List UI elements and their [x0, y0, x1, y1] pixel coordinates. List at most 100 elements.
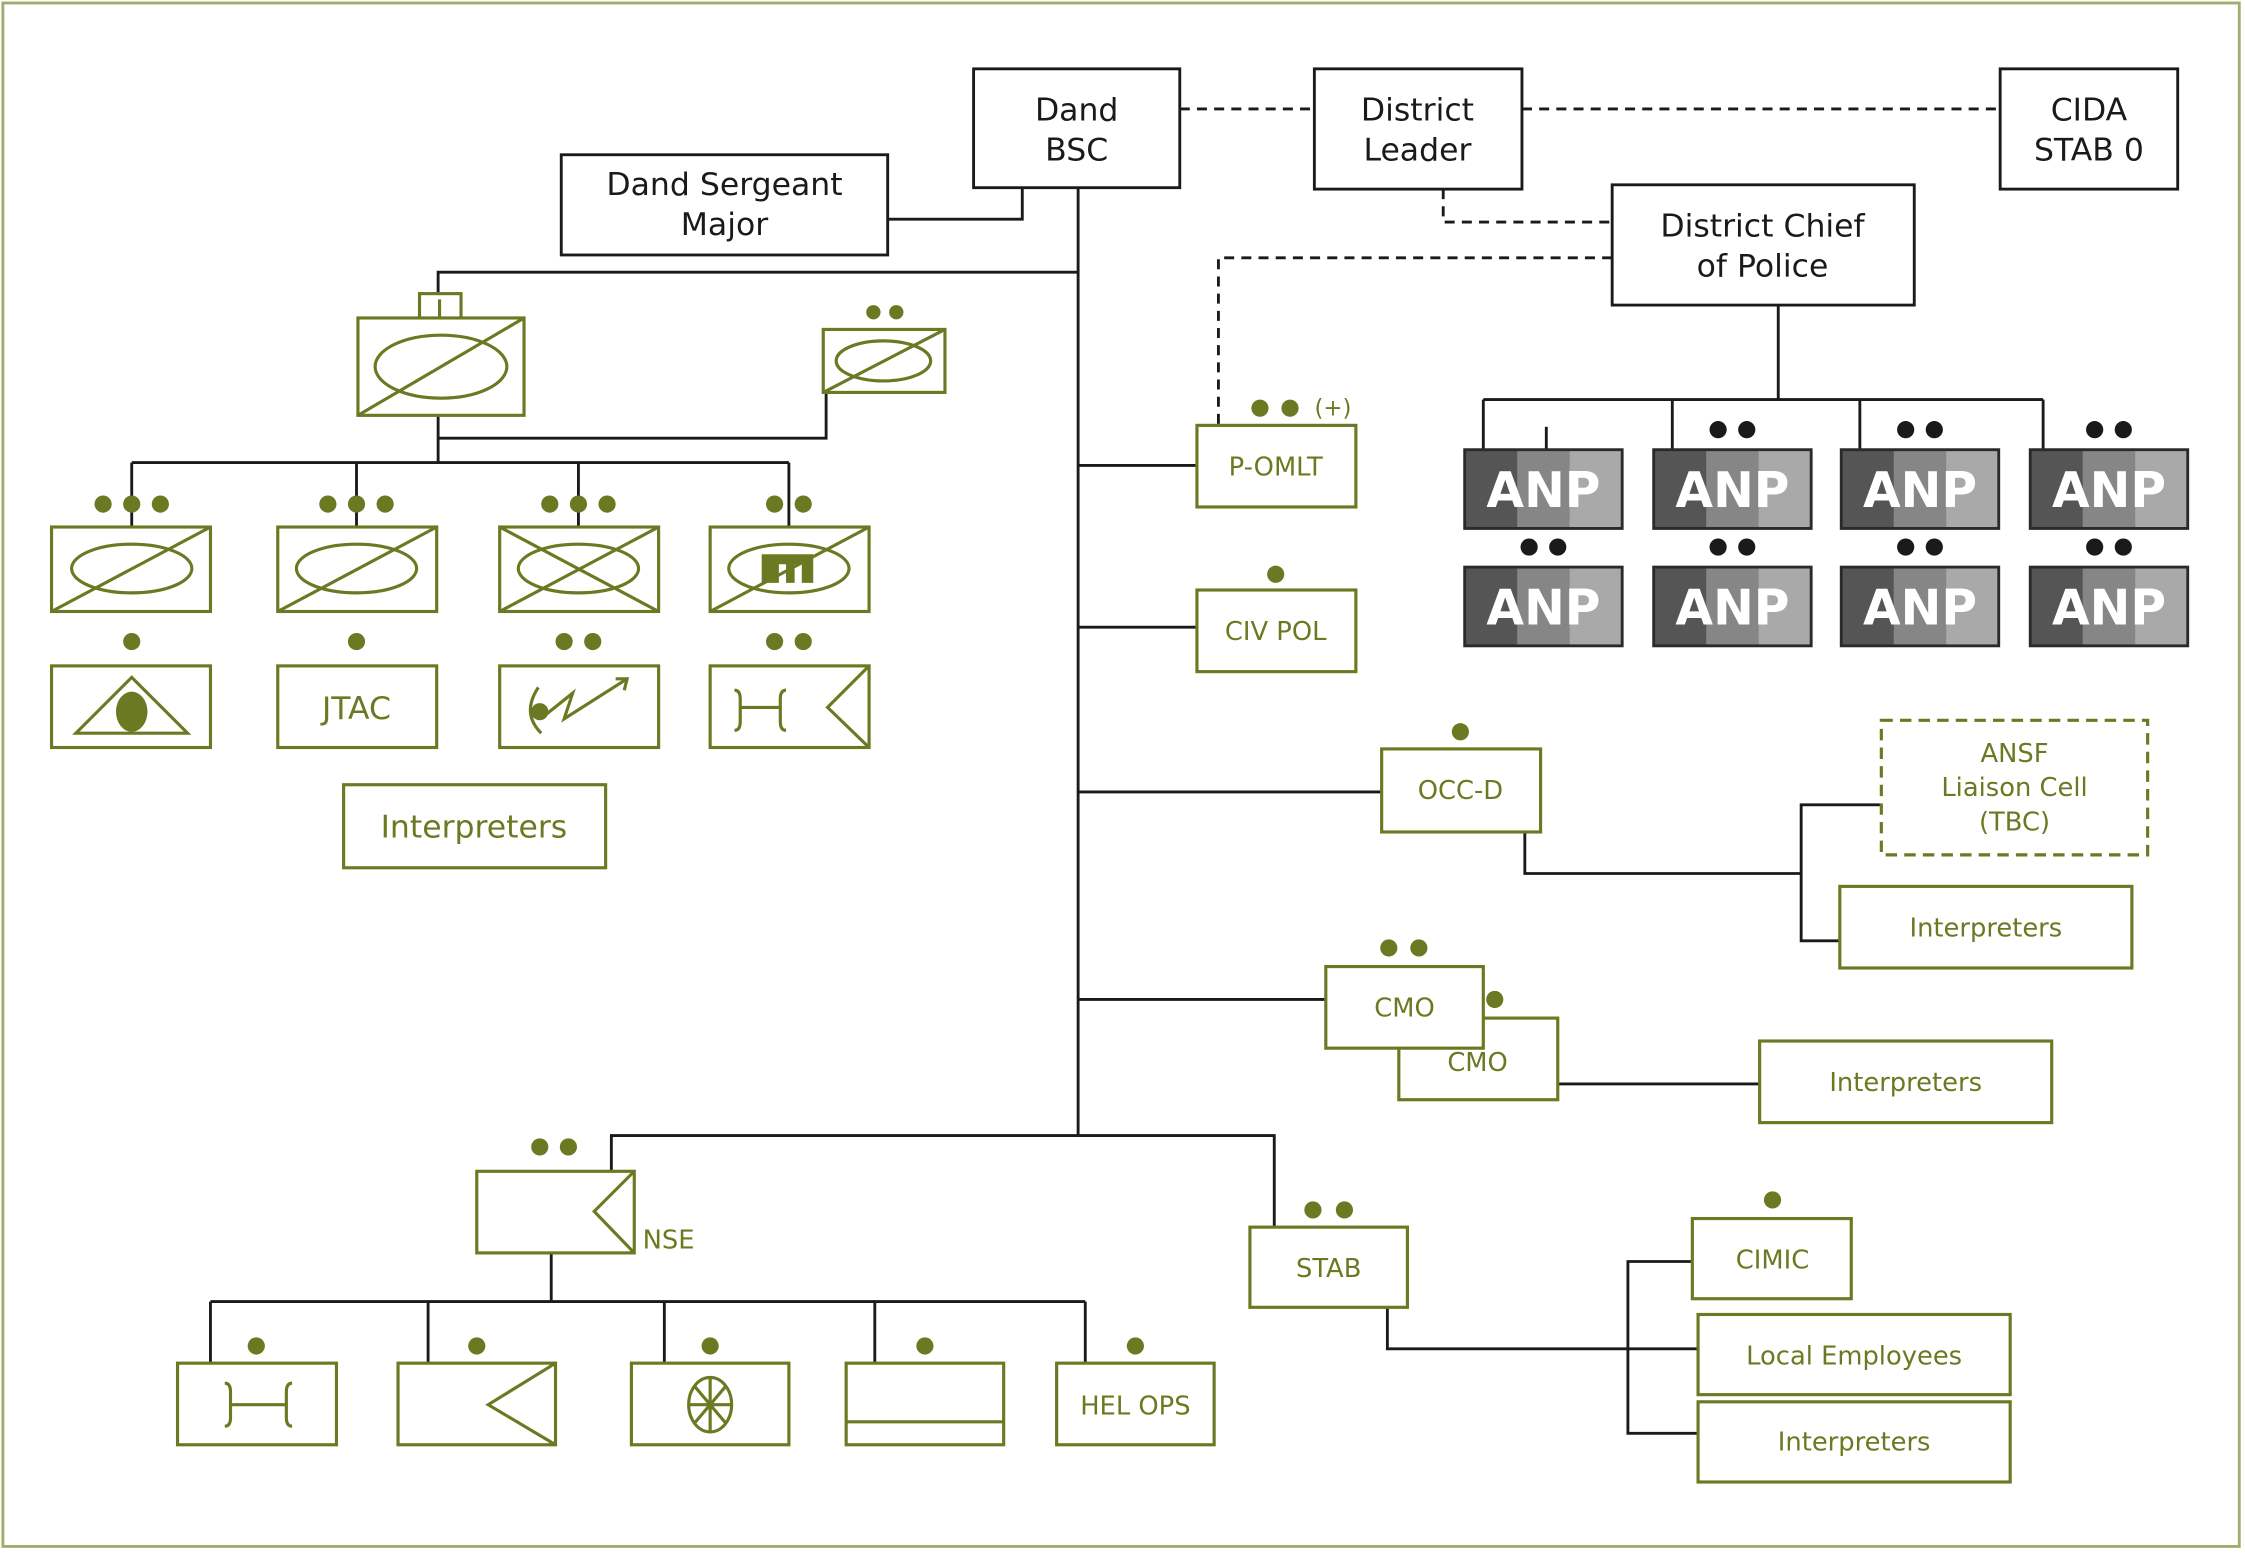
- chief-of-police-line2: of Police: [1697, 248, 1829, 284]
- echelon-dot: [468, 1337, 486, 1355]
- anp-label: ANP: [1675, 463, 1789, 519]
- interpreters-box-maneuver[interactable]: Interpreters: [342, 783, 608, 870]
- echelon-dot: [1335, 1201, 1354, 1219]
- pomlt-label: P-OMLT: [1229, 452, 1323, 482]
- echelon-dot: [559, 1138, 577, 1156]
- anp-label: ANP: [1486, 463, 1600, 519]
- cida-line2: STAB 0: [2034, 132, 2144, 168]
- echelon-dot: [765, 632, 784, 651]
- echelon-dot: [1267, 565, 1285, 583]
- ansf-line3: (TBC): [1979, 808, 2050, 838]
- sergeant-major-line1: Dand Sergeant: [606, 167, 842, 203]
- echelon-dot: [1520, 538, 1538, 556]
- interpreters-label: Interpreters: [381, 810, 568, 846]
- occd-label: OCC-D: [1418, 776, 1503, 806]
- interpreters-label: Interpreters: [1778, 1427, 1931, 1457]
- echelon-dot: [376, 495, 394, 513]
- echelon-dot: [1126, 1337, 1144, 1355]
- echelon-dot: [347, 495, 366, 513]
- interpreters-box-occd[interactable]: Interpreters: [1838, 884, 2134, 970]
- echelon-dot: [123, 495, 141, 513]
- anp-label: ANP: [2052, 463, 2166, 519]
- cmo-front-label: CMO: [1374, 994, 1435, 1024]
- cmo-back-label: CMO: [1447, 1048, 1508, 1078]
- org-chart: Dand BSC Dand Sergeant Major District Le…: [1, 1, 2241, 1548]
- echelon-dot: [123, 632, 141, 651]
- echelon-dot: [1410, 939, 1428, 957]
- anp-unit[interactable]: ANP: [1463, 448, 1624, 530]
- echelon-dot: [347, 632, 366, 651]
- sergeant-major-box[interactable]: Dand Sergeant Major: [559, 153, 890, 257]
- echelon-dot: [916, 1337, 934, 1355]
- interpreters-box-stab[interactable]: Interpreters: [1696, 1400, 2012, 1484]
- local-employees-label: Local Employees: [1746, 1342, 1962, 1372]
- interpreters-box-cmo[interactable]: Interpreters: [1758, 1039, 2054, 1125]
- echelon-dot: [151, 495, 169, 513]
- anp-label: ANP: [1486, 580, 1600, 636]
- echelon-dot: [1709, 538, 1727, 556]
- echelon-dot: [1925, 538, 1943, 556]
- cimic-label: CIMIC: [1736, 1246, 1809, 1276]
- district-leader-box[interactable]: District Leader: [1312, 67, 1524, 191]
- district-leader-line1: District: [1361, 92, 1474, 128]
- echelon-dot: [541, 495, 559, 513]
- interpreters-label: Interpreters: [1910, 913, 2063, 943]
- echelon-dot: [1897, 538, 1915, 556]
- cida-line1: CIDA: [2051, 92, 2128, 128]
- echelon-dot: [1549, 538, 1567, 556]
- sergeant-major-line2: Major: [681, 207, 768, 243]
- echelon-dot: [2114, 538, 2132, 556]
- stab-label: STAB: [1296, 1254, 1361, 1284]
- echelon-dot: [1251, 399, 1269, 417]
- wheel-icon: [687, 1375, 734, 1434]
- echelon-dot: [701, 1337, 719, 1355]
- anp-label: ANP: [2052, 580, 2166, 636]
- anp-label: ANP: [1675, 580, 1789, 636]
- echelon-dot: [2086, 538, 2104, 556]
- echelon-dot: [2114, 421, 2132, 439]
- echelon-dot: [1925, 421, 1943, 439]
- civpol-label: CIV POL: [1225, 617, 1327, 647]
- echelon-dot: [1897, 421, 1915, 439]
- ansf-line1: ANSF: [1980, 739, 2048, 769]
- echelon-dot: [247, 1337, 265, 1355]
- interpreters-label: Interpreters: [1829, 1068, 1982, 1098]
- echelon-dot: [1738, 421, 1756, 439]
- district-leader-line2: Leader: [1363, 132, 1471, 168]
- chief-of-police-box[interactable]: District Chief of Police: [1610, 183, 1916, 307]
- cida-box[interactable]: CIDA STAB 0: [1998, 67, 2180, 191]
- echelon-dot: [1304, 1201, 1322, 1219]
- echelon-dot: [94, 495, 112, 513]
- dand-bsc-box[interactable]: Dand BSC: [972, 67, 1182, 190]
- hel-ops-label: HEL OPS: [1080, 1392, 1190, 1422]
- chief-of-police-line1: District Chief: [1660, 208, 1865, 244]
- dand-bsc-line2: BSC: [1045, 132, 1108, 168]
- echelon-dot: [555, 632, 573, 651]
- echelon-dot: [1763, 1191, 1782, 1209]
- anp-label: ANP: [1863, 463, 1977, 519]
- anp-label: ANP: [1863, 580, 1977, 636]
- echelon-dot: [1281, 399, 1299, 417]
- echelon-dot: [765, 495, 784, 513]
- echelon-dot: [598, 495, 616, 513]
- echelon-dot: [2086, 421, 2104, 439]
- echelon-dot: [889, 305, 904, 320]
- local-employees-box[interactable]: Local Employees: [1696, 1312, 2012, 1397]
- echelon-dot: [1738, 538, 1756, 556]
- ansf-liaison-cell[interactable]: ANSF Liaison Cell (TBC): [1879, 718, 2150, 857]
- echelon-dot: [1380, 939, 1398, 957]
- jtac-label: JTAC: [320, 691, 391, 727]
- echelon-dot: [1486, 990, 1504, 1009]
- echelon-dot: [794, 495, 812, 513]
- ansf-line2: Liaison Cell: [1941, 773, 2087, 803]
- echelon-dot: [569, 495, 588, 513]
- nse-label: NSE: [643, 1226, 695, 1256]
- echelon-dot: [584, 632, 602, 651]
- echelon-dot: [1709, 421, 1727, 439]
- dand-bsc-line1: Dand: [1035, 92, 1118, 128]
- echelon-dot: [319, 495, 337, 513]
- echelon-dot: [794, 632, 812, 651]
- echelon-dot: [531, 1138, 549, 1156]
- echelon-dot: [866, 305, 881, 320]
- echelon-dot: [1451, 723, 1469, 741]
